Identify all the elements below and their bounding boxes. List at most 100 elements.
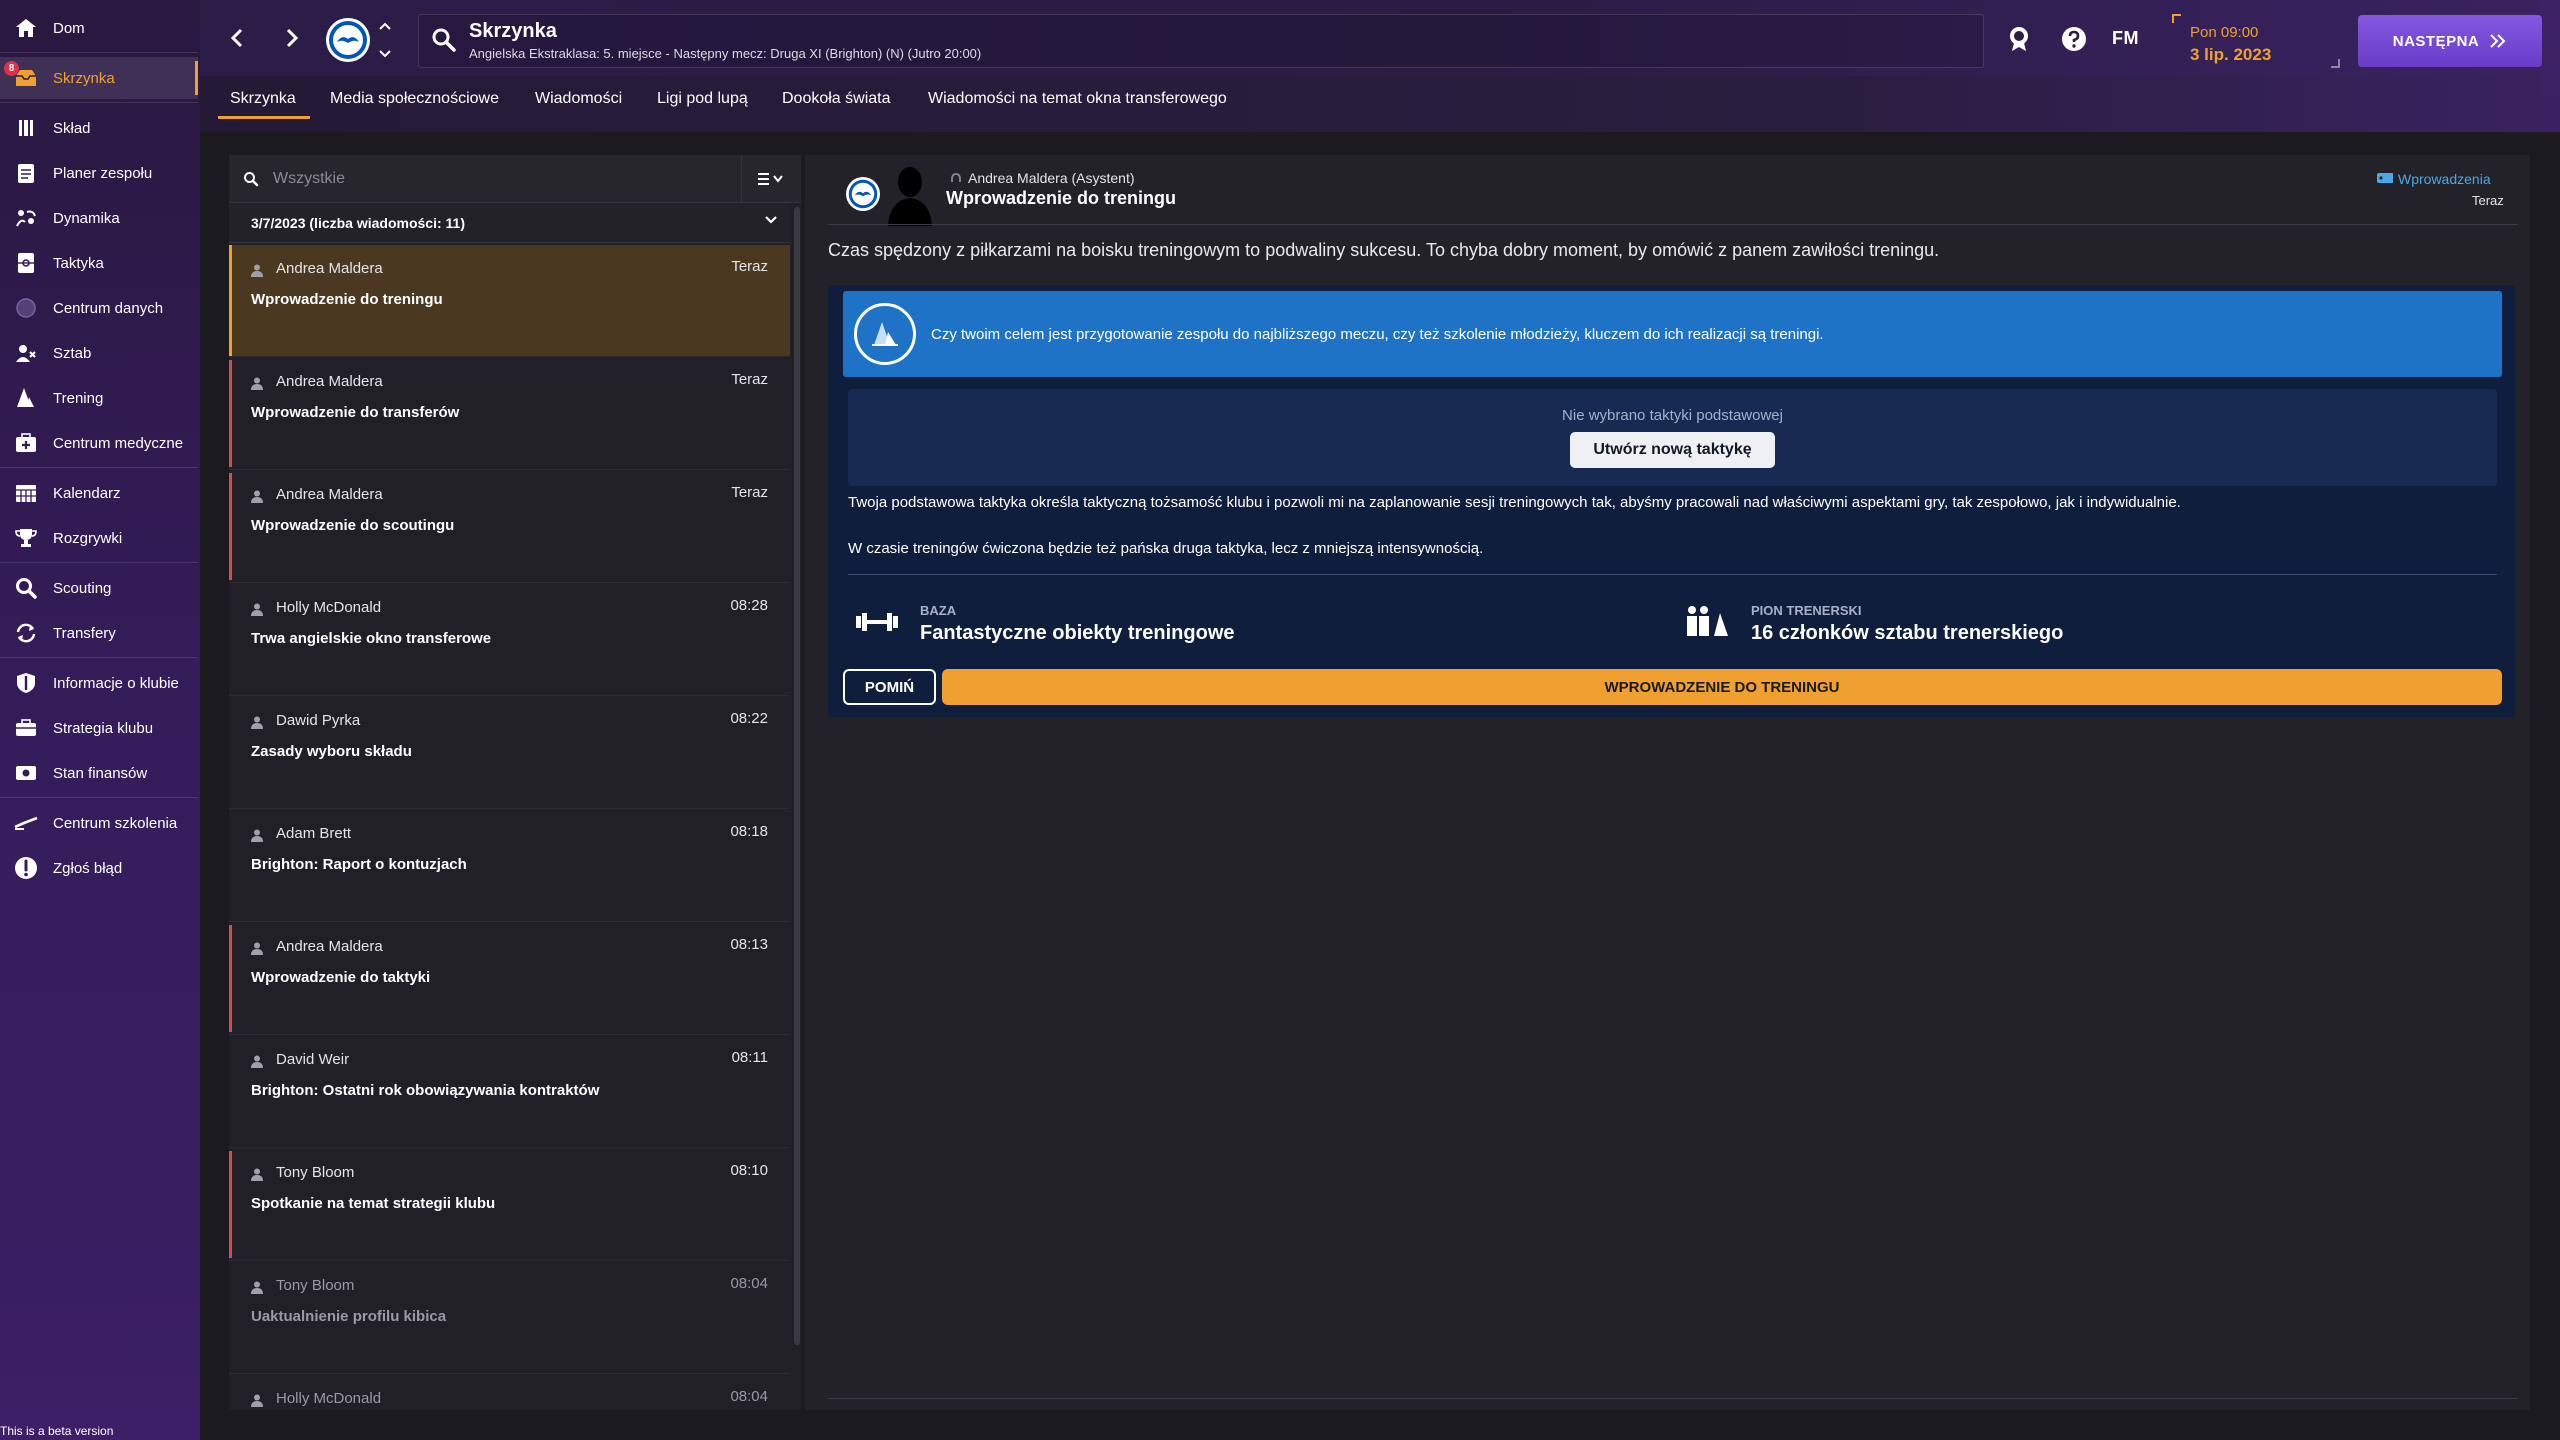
sidebar-item-staff[interactable]: Sztab xyxy=(0,332,198,374)
tab-social-media[interactable]: Media społecznościowe xyxy=(330,90,499,108)
tactic-prompt: Nie wybrano taktyki podstawowej Utwórz n… xyxy=(848,389,2497,486)
sidebar-item-label: Centrum medyczne xyxy=(53,434,184,452)
sidebar-item-scouting[interactable]: Scouting xyxy=(0,567,198,609)
sidebar-item-transfers[interactable]: Transfery xyxy=(0,612,198,654)
message-group-header[interactable]: 3/7/2023 (liczba wiadomości: 11) xyxy=(229,203,790,243)
message-row[interactable]: Holly McDonald 08:04 xyxy=(229,1375,790,1440)
sidebar-item-label: Skład xyxy=(53,119,91,137)
sidebar-item-label: Stan finansów xyxy=(53,764,148,782)
person-icon xyxy=(251,1168,263,1181)
divider xyxy=(848,574,2497,575)
trophy-cabinet-button[interactable] xyxy=(2002,22,2036,56)
sidebar-item-label: Rozgrywki xyxy=(53,529,123,547)
search-icon xyxy=(244,172,259,187)
message-time: Teraz xyxy=(731,371,768,388)
sidebar: Dom 8 Skrzynka Skład Planer zespołu Dyna… xyxy=(0,0,200,1440)
skip-button[interactable]: POMIŃ xyxy=(843,669,936,705)
sidebar-item-squad[interactable]: Skład xyxy=(0,107,198,149)
strategy-icon xyxy=(14,716,38,740)
tab-around-the-world[interactable]: Dookoła świata xyxy=(782,90,891,108)
continue-label: NASTĘPNA xyxy=(2392,32,2480,50)
create-tactic-button[interactable]: Utwórz nową taktykę xyxy=(1570,432,1775,468)
sidebar-item-data-hub[interactable]: Centrum danych xyxy=(0,287,198,329)
inbox-filter-button[interactable] xyxy=(741,155,801,203)
divider xyxy=(828,1398,2518,1399)
beta-notice: This is a beta version xyxy=(0,1424,114,1438)
inbox-badge: 8 xyxy=(4,61,19,76)
sidebar-item-team-planner[interactable]: Planer zespołu xyxy=(0,152,198,194)
message-row[interactable]: Andrea Maldera Teraz Wprowadzenie do treni… xyxy=(229,245,790,357)
message-intro: Czas spędzony z piłkarzami na boisku tre… xyxy=(828,240,1940,260)
club-info-icon xyxy=(14,671,38,695)
date-corner-decoration xyxy=(2331,59,2340,68)
club-switcher[interactable] xyxy=(374,22,396,58)
training-intro-button[interactable]: WPROWADZENIE DO TRENINGU xyxy=(942,669,2502,705)
message-row[interactable]: Andrea Maldera Teraz Wprowadzenie do trans… xyxy=(229,358,790,470)
sidebar-item-home[interactable]: Dom xyxy=(0,7,198,49)
message-subject: Zasady wyboru składu xyxy=(251,743,412,760)
sidebar-item-label: Informacje o klubie xyxy=(53,674,179,692)
sidebar-item-club-strategy[interactable]: Strategia klubu xyxy=(0,707,198,749)
tab-transfer-window-news[interactable]: Wiadomości na temat okna transferowego xyxy=(928,90,1227,108)
data-hub-icon xyxy=(14,296,38,320)
message-row[interactable]: Holly McDonald 08:28 Trwa angielskie okno … xyxy=(229,584,790,696)
sidebar-item-report-bug[interactable]: Zgłoś błąd xyxy=(0,847,198,889)
sidebar-item-label: Dynamika xyxy=(53,209,120,227)
message-row[interactable]: Tony Bloom 08:04 Uaktualnienie profilu kib… xyxy=(229,1262,790,1374)
message-row[interactable]: Adam Brett 08:18 Brighton: Raport o kontuz… xyxy=(229,810,790,922)
message-row[interactable]: Andrea Maldera Teraz Wprowadzenie do scout… xyxy=(229,471,790,583)
tactic-explanation: Twoja podstawowa taktyka określa taktycz… xyxy=(848,494,2181,511)
global-search[interactable]: Skrzynka Angielska Ekstraklasa: 5. miejs… xyxy=(418,14,1984,68)
person-icon xyxy=(251,829,263,842)
tab-news[interactable]: Wiadomości xyxy=(535,90,622,108)
sidebar-item-club-info[interactable]: Informacje o klubie xyxy=(0,662,198,704)
fm-logo[interactable]: FM xyxy=(2112,28,2139,49)
sender-avatar[interactable] xyxy=(882,162,936,226)
message-row[interactable]: Dawid Pyrka 08:22 Zasady wyboru składu xyxy=(229,697,790,809)
continue-button[interactable]: NASTĘPNA xyxy=(2358,15,2542,67)
help-button[interactable] xyxy=(2057,22,2091,56)
sidebar-item-label: Transfery xyxy=(53,624,116,642)
message-time: 08:10 xyxy=(730,1162,768,1179)
sidebar-divider xyxy=(0,562,198,563)
sidebar-divider xyxy=(0,102,198,103)
page-title: Skrzynka xyxy=(469,20,557,42)
forward-button[interactable] xyxy=(277,20,307,56)
coaching-icon xyxy=(14,811,38,835)
message-row[interactable]: David Weir 08:11 Brighton: Ostatni rok obo… xyxy=(229,1036,790,1148)
message-sender: Andrea Maldera xyxy=(276,373,383,390)
message-time: 08:04 xyxy=(730,1275,768,1292)
message-sender: Tony Bloom xyxy=(276,1164,355,1181)
message-time: 08:13 xyxy=(730,936,768,953)
tab-league-focus[interactable]: Ligi pod lupą xyxy=(657,90,748,108)
person-icon xyxy=(251,942,263,955)
sidebar-item-finances[interactable]: Stan finansów xyxy=(0,752,198,794)
page-subtitle: Angielska Ekstraklasa: 5. miejsce - Nast… xyxy=(469,46,982,61)
person-icon xyxy=(251,264,263,277)
double-chevron-right-icon xyxy=(2490,34,2506,48)
game-date[interactable]: Pon 09:00 3 lip. 2023 xyxy=(2172,14,2340,68)
sidebar-item-coaching-centre[interactable]: Centrum szkolenia xyxy=(0,802,198,844)
training-cone-shape xyxy=(872,322,898,346)
inbox-scrollbar[interactable] xyxy=(794,207,800,1345)
message-time: 08:04 xyxy=(730,1388,768,1405)
message-row[interactable]: Andrea Maldera 08:13 Wprowadzenie do takty… xyxy=(229,923,790,1035)
tab-inbox[interactable]: Skrzynka xyxy=(230,90,296,108)
sidebar-item-calendar[interactable]: Kalendarz xyxy=(0,472,198,514)
sidebar-item-tactics[interactable]: Taktyka xyxy=(0,242,198,284)
finances-icon xyxy=(14,761,38,785)
sidebar-item-competitions[interactable]: Rozgrywki xyxy=(0,517,198,559)
sidebar-item-medical[interactable]: Centrum medyczne xyxy=(0,422,198,464)
club-crest[interactable] xyxy=(326,18,370,62)
sidebar-item-inbox[interactable]: 8 Skrzynka xyxy=(0,57,198,99)
person-icon xyxy=(251,1281,263,1294)
message-row[interactable]: Tony Bloom 08:10 Spotkanie na temat strate… xyxy=(229,1149,790,1261)
sidebar-item-dynamics[interactable]: Dynamika xyxy=(0,197,198,239)
home-icon xyxy=(14,16,38,40)
back-button[interactable] xyxy=(222,20,252,56)
message-category-tag[interactable]: Wprowadzenia xyxy=(2376,171,2491,187)
inbox-search-input[interactable]: Wszystkie xyxy=(229,155,741,203)
coaching-staff-value: 16 członków sztabu trenerskiego xyxy=(1751,622,2064,644)
chevron-up-icon xyxy=(379,22,391,30)
sidebar-item-training[interactable]: Trening xyxy=(0,377,198,419)
